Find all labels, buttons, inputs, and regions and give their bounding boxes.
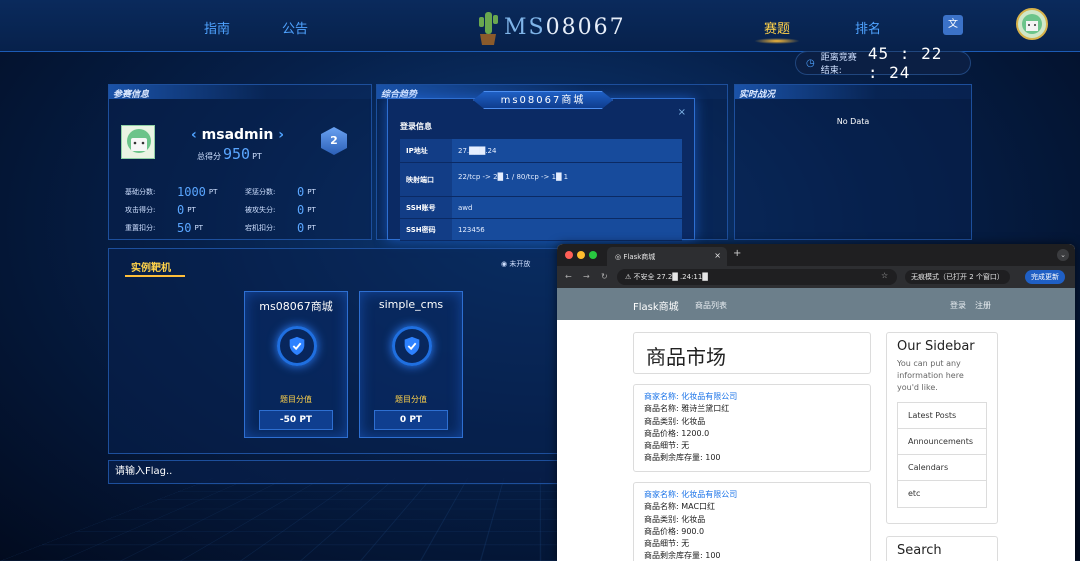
username: ‹ msadmin › bbox=[191, 127, 285, 143]
target-score-label: 题目分值 bbox=[395, 395, 427, 404]
minimize-window-icon[interactable] bbox=[577, 251, 585, 259]
rank-badge: 2 bbox=[321, 127, 347, 155]
sidebar-title: Our Sidebar bbox=[897, 339, 975, 354]
cactus-icon bbox=[476, 8, 500, 46]
login-info-modal: ms08067商城 × 登录信息 IP地址 27.███.24 映射端口 22/tc… bbox=[387, 91, 695, 241]
close-window-icon[interactable] bbox=[565, 251, 573, 259]
instance-targets-panel: 实例靶机 ◉ 未开放 ms08067商城 题目分值 -50 PT simple_… bbox=[108, 248, 566, 454]
participant-info-panel: 参赛信息 ‹ msadmin › 总得分 950 PT 2 基础分数: 1000 PT … bbox=[108, 84, 372, 240]
sidebar-item[interactable]: Announcements bbox=[898, 429, 986, 455]
update-button[interactable]: 完成更新 bbox=[1025, 270, 1065, 284]
nav-notice[interactable]: 公告 bbox=[282, 18, 308, 37]
target-score-value: -50 PT bbox=[259, 410, 333, 430]
targets-title: 实例靶机 bbox=[125, 259, 185, 277]
browser-tab[interactable]: ◎ Flask商城 × bbox=[607, 247, 727, 266]
close-icon[interactable]: × bbox=[678, 107, 686, 118]
modal-subtitle: 登录信息 bbox=[400, 122, 432, 131]
product-card: 商家名称: 化妆品有限公司 商品名称: 雅诗兰黛口红 商品类别: 化妆品 商品价… bbox=[633, 384, 871, 472]
clock-icon: ◷ bbox=[806, 57, 815, 69]
back-icon[interactable]: ← bbox=[565, 272, 572, 281]
site-brand[interactable]: Flask商城 bbox=[633, 298, 679, 313]
tab-list-button[interactable]: ⌄ bbox=[1057, 249, 1069, 261]
site-content: 商品市场 商家名称: 化妆品有限公司 商品名称: 雅诗兰黛口红 商品类别: 化妆… bbox=[557, 320, 1075, 561]
login-info-table: IP地址 27.███.24 映射端口 22/tcp -> 2█ 1 / 80/tc… bbox=[400, 139, 682, 241]
site-navbar: Flask商城 商品列表 登录 注册 bbox=[557, 288, 1075, 320]
total-score: 总得分 950 PT bbox=[197, 145, 262, 163]
no-data-text: No Data bbox=[836, 117, 870, 126]
login-link[interactable]: 登录 bbox=[950, 300, 966, 311]
lock-icon: ◉ bbox=[501, 260, 508, 268]
legend-closed: ◉ 未开放 bbox=[501, 260, 531, 268]
search-box: Search bbox=[886, 536, 998, 561]
address-bar: ← → ↻ ⚠ 不安全 27.2█ .24:11█ ☆ 无痕模式（已打开 2 个… bbox=[557, 266, 1075, 288]
new-tab-button[interactable]: + bbox=[733, 248, 741, 259]
bookmark-star-icon[interactable]: ☆ bbox=[881, 271, 888, 280]
sidebar-list: Latest Posts Announcements Calendars etc bbox=[897, 402, 987, 508]
market-heading-box: 商品市场 bbox=[633, 332, 871, 374]
shield-icon bbox=[277, 326, 317, 366]
target-card[interactable]: ms08067商城 题目分值 -50 PT bbox=[244, 291, 348, 438]
sidebar-item[interactable]: Calendars bbox=[898, 455, 986, 481]
register-link[interactable]: 注册 bbox=[975, 300, 991, 311]
target-name: ms08067商城 bbox=[259, 300, 333, 313]
reload-icon[interactable]: ↻ bbox=[601, 272, 608, 281]
flag-input[interactable]: 请输入Flag.. bbox=[108, 460, 566, 484]
timer-label: 距离竞赛结束: bbox=[820, 53, 857, 76]
score-stats: 基础分数: 1000 PT 奖惩分数: 0 PT 攻击得分: 0 PT 被攻失分: 0 PT 重… bbox=[125, 185, 316, 235]
merchant-link[interactable]: 商家名称: 化妆品有限公司 bbox=[644, 489, 860, 501]
sidebar-description: You can put any information here you'd l… bbox=[897, 359, 964, 392]
sidebar-item[interactable]: Latest Posts bbox=[898, 403, 986, 429]
nav-ranking[interactable]: 排名 bbox=[855, 18, 881, 37]
panel-title: 参赛信息 bbox=[113, 90, 150, 100]
target-name: simple_cms bbox=[378, 298, 444, 311]
warning-icon: ⚠ bbox=[625, 273, 632, 281]
nav-challenges[interactable]: 赛题 bbox=[753, 18, 801, 44]
product-card: 商家名称: 化妆品有限公司 商品名称: MAC口红 商品类别: 化妆品 商品价格… bbox=[633, 482, 871, 561]
brand-number: 08067 bbox=[545, 14, 626, 40]
brand-prefix: MS bbox=[504, 14, 546, 40]
avatar bbox=[121, 125, 155, 159]
user-avatar-icon[interactable] bbox=[1016, 8, 1048, 40]
brand-logo[interactable]: MS08067 bbox=[476, 8, 626, 46]
countdown-timer: ◷ 距离竞赛结束: 45 : 22 : 24 bbox=[795, 44, 971, 82]
url-field[interactable]: ⚠ 不安全 27.2█ .24:11█ bbox=[617, 269, 897, 285]
nav-product-list[interactable]: 商品列表 bbox=[695, 300, 727, 311]
shield-icon bbox=[392, 326, 432, 366]
target-score-label: 题目分值 bbox=[280, 395, 312, 404]
panel-title: 实时战况 bbox=[739, 90, 776, 100]
search-title: Search bbox=[897, 543, 942, 558]
tab-close-icon[interactable]: × bbox=[714, 251, 721, 260]
modal-title: ms08067商城 bbox=[473, 91, 613, 109]
language-switch-icon[interactable]: 文 bbox=[943, 15, 963, 35]
sidebar: Our Sidebar You can put any information … bbox=[886, 332, 998, 524]
forward-icon[interactable]: → bbox=[583, 272, 590, 281]
maximize-window-icon[interactable] bbox=[589, 251, 597, 259]
market-title: 商品市场 bbox=[646, 345, 726, 369]
target-score-value: 0 PT bbox=[374, 410, 448, 430]
timer-value: 45 : 22 : 24 bbox=[867, 44, 943, 82]
browser-window: ◎ Flask商城 × + ⌄ ← → ↻ ⚠ 不安全 27.2█ .24:11… bbox=[557, 244, 1075, 561]
merchant-link[interactable]: 商家名称: 化妆品有限公司 bbox=[644, 391, 860, 403]
globe-icon: ◎ bbox=[615, 253, 622, 261]
sidebar-item[interactable]: etc bbox=[898, 481, 986, 507]
target-card[interactable]: simple_cms 题目分值 0 PT bbox=[359, 291, 463, 438]
browser-tab-strip: ◎ Flask商城 × + ⌄ bbox=[557, 244, 1075, 266]
nav-guide[interactable]: 指南 bbox=[204, 18, 230, 37]
live-status-panel: 实时战况 No Data bbox=[734, 84, 972, 240]
incognito-indicator[interactable]: 无痕模式（已打开 2 个窗口） bbox=[905, 270, 1010, 284]
